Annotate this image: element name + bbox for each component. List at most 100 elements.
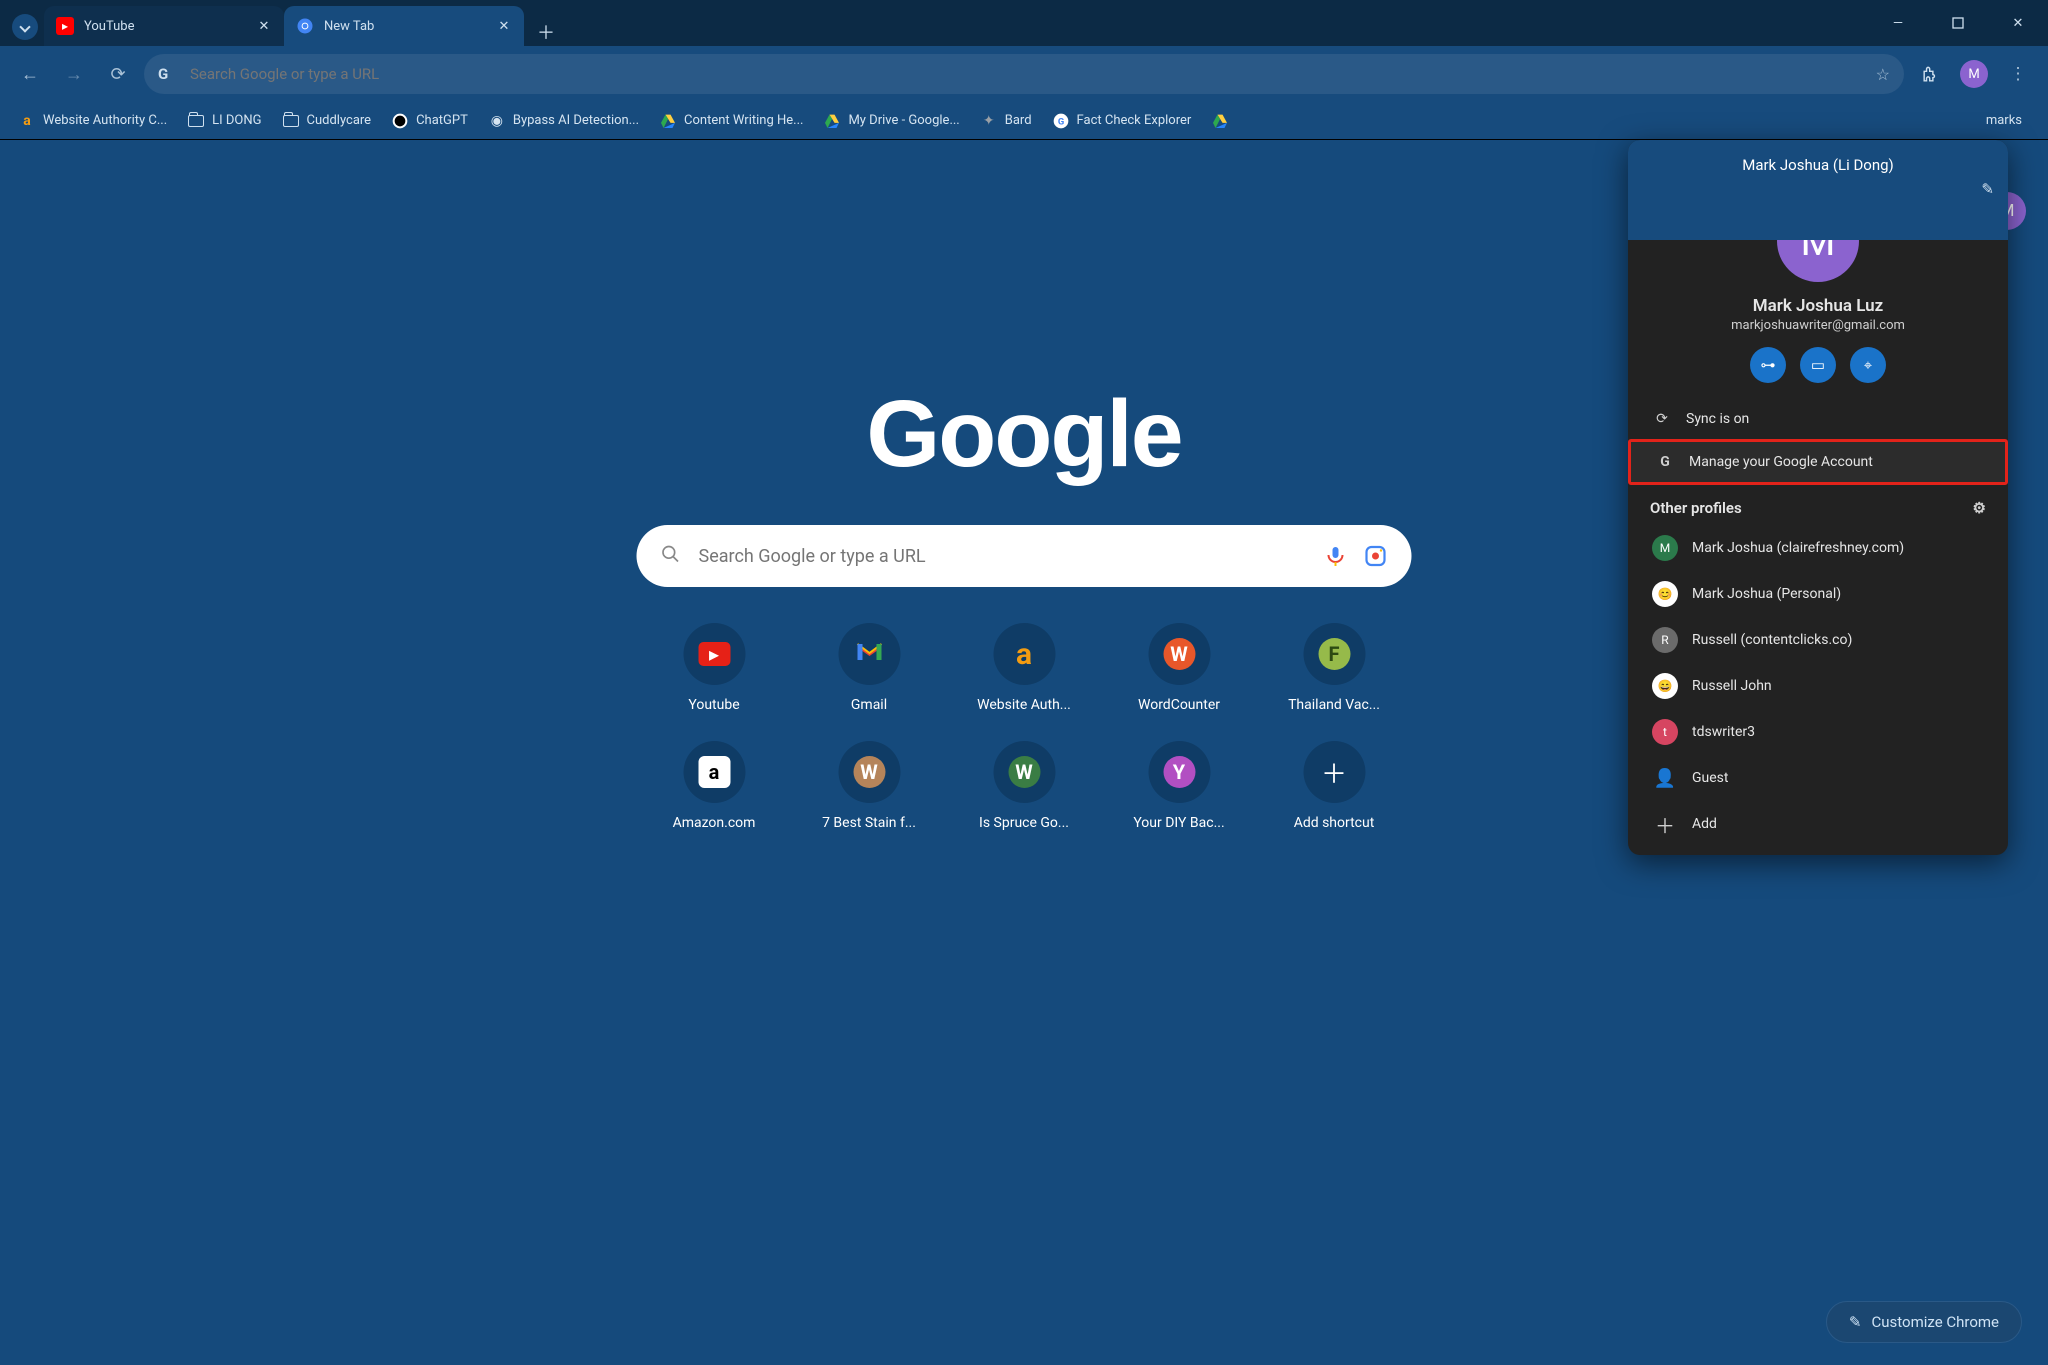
new-tab-button[interactable]: ＋ [532,18,560,46]
shortcut-label: Website Auth... [977,697,1071,713]
credit-card-icon: ▭ [1811,356,1825,374]
bookmark-label: Fact Check Explorer [1077,113,1192,128]
tab-new-tab[interactable]: New Tab ✕ [284,6,524,46]
voice-search-icon[interactable] [1324,544,1348,568]
reload-button[interactable]: ⟳ [100,56,136,92]
profile-menu-panel: Mark Joshua (Li Dong) ✎ M Mark Joshua Lu… [1628,140,2008,855]
bookmark-item[interactable]: a Website Authority C... [10,108,175,134]
profile-row[interactable]: M Mark Joshua (clairefreshney.com) [1628,525,2008,571]
bookmark-folder[interactable]: Cuddlycare [274,108,380,134]
ntp-search-bar[interactable] [637,525,1412,587]
guest-profile-button[interactable]: 👤 Guest [1628,755,2008,801]
shortcut-label: Gmail [851,697,887,713]
shortcut-label: Add shortcut [1294,815,1375,831]
manage-google-account-button[interactable]: G Manage your Google Account [1628,439,2008,485]
profile-row[interactable]: 😄 Russell John [1628,663,2008,709]
bookmark-item[interactable]: My Drive - Google... [815,108,967,134]
add-shortcut-button[interactable]: ＋ Add shortcut [1257,741,1412,831]
shortcut-website-auth[interactable]: a Website Auth... [947,623,1102,713]
payment-button[interactable]: ▭ [1800,347,1836,383]
profile-row-label: tdswriter3 [1692,724,1755,740]
google-g-icon: G [1655,454,1675,470]
letter-w-icon: W [1163,638,1195,670]
profile-row[interactable]: R Russell (contentclicks.co) [1628,617,2008,663]
shortcut-wordcounter[interactable]: W WordCounter [1102,623,1257,713]
tab-youtube[interactable]: ▸ YouTube ✕ [44,6,284,46]
location-pin-icon: ⌖ [1864,356,1872,374]
shortcut-thailand[interactable]: F Thailand Vac... [1257,623,1412,713]
search-tabs-button[interactable] [12,14,38,40]
window-controls: — ✕ [1868,0,2048,46]
bookmark-label: marks [1986,113,2022,128]
profile-identity: M Mark Joshua Luz markjoshuawriter@gmail… [1628,240,2008,399]
minimize-button[interactable]: — [1868,0,1928,46]
maximize-button[interactable] [1928,0,1988,46]
chatgpt-icon [391,112,409,130]
close-icon[interactable]: ✕ [496,18,512,34]
customize-chrome-button[interactable]: ✎ Customize Chrome [1826,1301,2022,1343]
shortcut-label: WordCounter [1138,697,1220,713]
profile-full-name: Mark Joshua Luz [1753,296,1884,316]
close-icon[interactable]: ✕ [256,18,272,34]
plus-icon: ＋ [1321,754,1347,791]
bookmark-folder[interactable]: LI DONG [179,108,269,134]
bookmark-item[interactable]: ◉ Bypass AI Detection... [480,108,647,134]
gear-icon[interactable]: ⚙ [1973,499,1986,517]
add-profile-button[interactable]: ＋ Add [1628,801,2008,855]
edit-profile-button[interactable]: ✎ [1981,180,1994,198]
addresses-button[interactable]: ⌖ [1850,347,1886,383]
letter-y-icon: Y [1163,756,1195,788]
profile-row-label: Russell John [1692,678,1772,694]
all-bookmarks-button[interactable]: marks [1978,109,2030,132]
sync-status-row[interactable]: ⟳ Sync is on [1628,399,2008,439]
bookmark-label: My Drive - Google... [848,113,959,128]
add-label: Add [1692,816,1717,832]
bookmark-item[interactable]: ChatGPT [383,108,476,134]
shortcut-gmail[interactable]: Gmail [792,623,947,713]
shortcut-stain[interactable]: W 7 Best Stain f... [792,741,947,831]
shortcut-youtube[interactable]: ▸ Youtube [637,623,792,713]
bookmark-item[interactable]: Content Writing He... [651,108,811,134]
bookmark-label: LI DONG [212,113,261,128]
bookmark-item[interactable] [1203,108,1237,134]
shortcut-label: 7 Best Stain f... [822,815,916,831]
customize-label: Customize Chrome [1871,1313,1999,1331]
shortcut-label: Is Spruce Go... [979,815,1069,831]
bookmark-item[interactable]: G Fact Check Explorer [1044,108,1200,134]
profile-row[interactable]: t tdswriter3 [1628,709,2008,755]
bookmark-label: Bypass AI Detection... [513,113,639,128]
shortcut-spruce[interactable]: W Is Spruce Go... [947,741,1102,831]
letter-w-icon: W [853,756,885,788]
back-button[interactable]: ← [12,56,48,92]
close-window-button[interactable]: ✕ [1988,0,2048,46]
extensions-button[interactable] [1912,56,1948,92]
profile-avatar-small: M [1652,535,1678,561]
spark-icon: ✦ [980,112,998,130]
plus-icon: ＋ [1652,811,1678,837]
guest-label: Guest [1692,770,1728,786]
passwords-button[interactable]: ⊶ [1750,347,1786,383]
tab-label: New Tab [324,19,486,34]
youtube-icon: ▸ [56,17,74,35]
page-content: M Google ▸ Youtube Gmail [0,140,2048,1365]
gmail-icon [855,641,883,668]
folder-icon [282,112,300,130]
profile-email: markjoshuawriter@gmail.com [1731,318,1905,333]
avatar-icon: M [1960,60,1988,88]
profile-avatar-small: 😊 [1652,581,1678,607]
bookmark-item[interactable]: ✦ Bard [972,108,1040,134]
address-input[interactable] [188,64,1864,84]
chrome-menu-button[interactable]: ⋮ [2000,56,2036,92]
profile-button[interactable]: M [1956,56,1992,92]
forward-button[interactable]: → [56,56,92,92]
google-lens-icon[interactable] [1364,544,1388,568]
shortcut-amazon[interactable]: a Amazon.com [637,741,792,831]
puzzle-icon [1921,65,1940,84]
drive-icon [659,112,677,130]
omnibox[interactable]: G ☆ [144,54,1904,94]
bookmark-star-icon[interactable]: ☆ [1876,65,1890,84]
drive-icon [823,112,841,130]
ntp-search-input[interactable] [697,545,1308,568]
shortcut-diy[interactable]: Y Your DIY Bac... [1102,741,1257,831]
profile-row[interactable]: 😊 Mark Joshua (Personal) [1628,571,2008,617]
